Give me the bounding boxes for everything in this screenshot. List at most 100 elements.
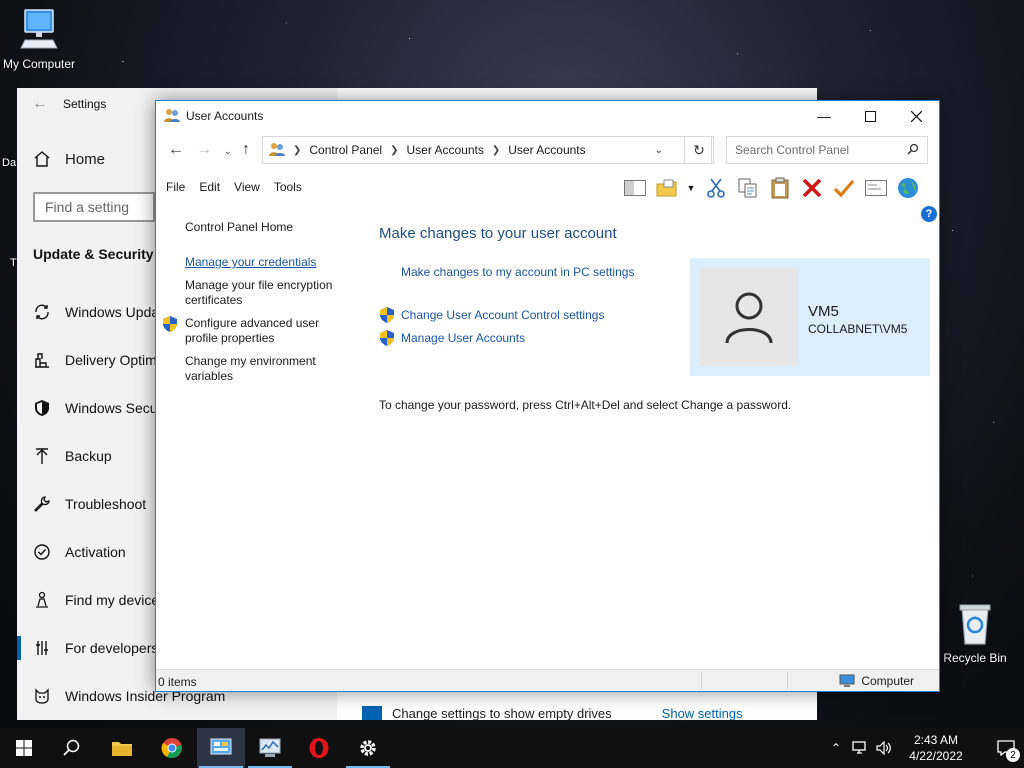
menu-view[interactable]: View <box>234 180 260 194</box>
breadcrumb-separator-icon: ❯ <box>390 144 399 156</box>
settings-section-title: Update & Security <box>33 246 154 262</box>
notification-count-badge: 2 <box>1006 748 1020 762</box>
refresh-button[interactable]: ↻ <box>684 136 714 164</box>
manage-user-accounts-link[interactable]: Manage User Accounts <box>401 331 525 345</box>
recent-locations-chevron-icon[interactable]: ⌄ <box>224 146 232 157</box>
settings-title: Settings <box>63 97 107 111</box>
breadcrumb-item[interactable]: User Accounts <box>508 143 585 157</box>
sync-icon <box>33 303 51 321</box>
address-dropdown-icon[interactable]: ⌄ <box>655 145 663 156</box>
chrome-icon <box>161 738 182 759</box>
file-encryption-link[interactable]: Manage your file encryption certificates <box>185 278 345 308</box>
preview-pane-icon[interactable] <box>622 176 647 200</box>
show-settings-link[interactable]: Show settings <box>662 706 743 720</box>
taskbar-search-button[interactable] <box>48 728 96 768</box>
checkmark-icon[interactable] <box>831 176 856 200</box>
paste-icon[interactable] <box>767 176 792 200</box>
find-setting-input[interactable]: Find a setting <box>33 192 155 222</box>
control-panel-icon <box>210 738 232 755</box>
start-button[interactable] <box>0 728 48 768</box>
check-circle-icon <box>33 543 51 561</box>
users-icon <box>164 107 180 126</box>
status-location: Computer <box>839 674 914 688</box>
breadcrumb-separator-icon: ❯ <box>293 144 302 156</box>
globe-icon[interactable] <box>895 176 920 200</box>
user-name: VM5 <box>808 303 839 320</box>
delete-icon[interactable] <box>799 176 824 200</box>
breadcrumb-item[interactable]: Control Panel <box>309 143 382 157</box>
control-panel-home-link[interactable]: Control Panel Home <box>185 220 293 235</box>
maximize-icon[interactable] <box>847 101 893 131</box>
notification-center-button[interactable]: 2 <box>988 728 1024 768</box>
avatar <box>700 268 798 366</box>
insider-cat-icon <box>33 687 51 705</box>
network-icon[interactable] <box>848 741 872 755</box>
back-arrow-icon[interactable]: ← <box>17 95 63 113</box>
desktop-icon-recycle-bin[interactable]: Recycle Bin <box>940 602 1010 665</box>
manage-credentials-link[interactable]: Manage your credentials <box>185 255 316 270</box>
search-icon <box>907 143 919 158</box>
forward-arrow-icon[interactable]: → <box>196 141 212 159</box>
status-bar: 0 items Computer <box>156 669 939 691</box>
desktop-icon-label: Recycle Bin <box>943 651 1007 665</box>
up-arrow-icon[interactable]: ↑ <box>242 141 250 159</box>
user-domain: COLLABNET\VM5 <box>808 322 908 336</box>
back-arrow-icon[interactable]: ← <box>168 141 184 159</box>
desktop-icon-my-computer[interactable]: My Computer <box>0 8 78 71</box>
status-location-label: Computer <box>861 674 914 688</box>
taskbar-settings[interactable] <box>344 728 392 768</box>
desktop-partial-label: Da <box>2 157 17 169</box>
clock-time: 2:43 AM <box>913 733 959 747</box>
volume-icon[interactable] <box>872 741 896 755</box>
settings-home-link[interactable]: Home <box>33 150 105 168</box>
chevron-up-icon[interactable]: ⌃ <box>824 741 848 755</box>
uac-settings-link[interactable]: Change User Account Control settings <box>401 308 604 322</box>
user-accounts-window[interactable]: User Accounts — ← → ⌄ ↑ ❯ Control Panel … <box>155 100 940 692</box>
minimize-icon[interactable]: — <box>801 101 847 131</box>
ua-titlebar[interactable]: User Accounts — <box>156 101 939 131</box>
shield-icon <box>33 399 51 417</box>
status-divider <box>701 672 702 689</box>
checkbox-checked[interactable] <box>362 706 382 720</box>
organize-dropdown-icon[interactable]: ▼ <box>686 176 696 200</box>
cut-icon[interactable] <box>703 176 728 200</box>
taskbar-opera[interactable] <box>295 728 343 768</box>
taskbar-control-panel[interactable] <box>197 728 245 768</box>
advanced-profile-link[interactable]: Configure advanced user profile properti… <box>185 316 325 346</box>
uac-shield-icon <box>163 316 177 335</box>
taskbar-file-explorer[interactable] <box>98 728 146 768</box>
pc-settings-link[interactable]: Make changes to my account in PC setting… <box>401 265 634 279</box>
help-icon[interactable]: ? <box>921 206 937 222</box>
gear-icon <box>360 740 376 756</box>
computer-icon <box>839 674 855 687</box>
window-controls: — <box>801 101 939 131</box>
breadcrumb-item[interactable]: User Accounts <box>407 143 484 157</box>
control-panel-icon <box>269 141 285 160</box>
close-icon[interactable] <box>893 101 939 131</box>
search-control-panel-input[interactable]: Search Control Panel <box>726 136 928 164</box>
ua-window-title: User Accounts <box>186 109 264 123</box>
copy-icon[interactable] <box>735 176 760 200</box>
environment-variables-link[interactable]: Change my environment variables <box>185 354 325 384</box>
properties-icon[interactable] <box>863 176 888 200</box>
organize-folder-icon[interactable] <box>654 176 679 200</box>
opera-icon <box>309 738 329 758</box>
computer-icon <box>0 8 78 55</box>
password-note: To change your password, press Ctrl+Alt+… <box>379 398 792 412</box>
uac-shield-icon <box>380 307 394 326</box>
menu-file[interactable]: File <box>166 180 185 194</box>
uac-shield-icon <box>380 330 394 349</box>
user-avatar-icon <box>725 292 773 344</box>
taskbar-chrome[interactable] <box>148 728 196 768</box>
clock[interactable]: 2:43 AM 4/22/2022 <box>896 732 976 764</box>
main-heading: Make changes to your user account <box>379 225 617 242</box>
taskbar-resource-monitor[interactable] <box>246 728 294 768</box>
menu-tools[interactable]: Tools <box>274 180 302 194</box>
menu-edit[interactable]: Edit <box>199 180 220 194</box>
settings-nav-label: Activation <box>65 544 126 560</box>
settings-nav-label: For developers <box>65 640 159 656</box>
system-tray: ⌃ 2:43 AM 4/22/2022 2 <box>824 728 1024 768</box>
clock-date: 4/22/2022 <box>909 749 963 763</box>
desktop-icon-label: My Computer <box>2 57 76 71</box>
address-bar[interactable]: ❯ Control Panel ❯ User Accounts ❯ User A… <box>262 136 712 164</box>
